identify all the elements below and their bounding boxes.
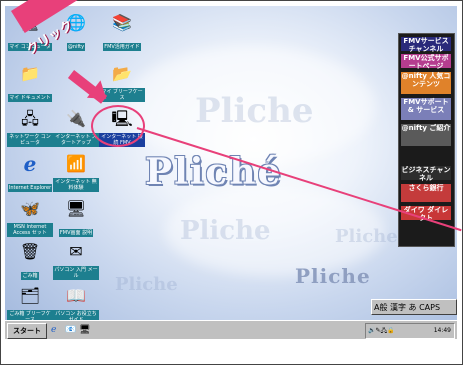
wallpaper-watermark: Pliche: [115, 274, 178, 295]
desktop-icon-label: MSN Internet Access セット: [7, 223, 53, 237]
channel-item[interactable]: FMVサポート & サービス: [401, 98, 451, 120]
taskbar: スタート ℯ 📧 🖥 🔊✎🖧🔒 14:49: [5, 320, 457, 339]
desktop-icon[interactable]: 🖥: [79, 324, 90, 337]
book-icon: 📖: [66, 286, 86, 305]
desktop-icon-label: パソコン 入門 メール: [53, 266, 99, 280]
internet-explorer-icon: ℯ: [23, 152, 37, 176]
desktop-icon-my-documents[interactable]: 📁 マイ ドキュメント: [7, 64, 53, 103]
desktop-icon-label: マイ ドキュメント: [8, 94, 52, 102]
mail-icon: ✉: [69, 242, 83, 261]
start-button[interactable]: スタート: [7, 323, 47, 339]
channel-item[interactable]: FMV公式サポートページ: [401, 54, 451, 70]
wallpaper-watermark: Pliche: [180, 216, 271, 246]
monitor-icon: 🖥: [65, 199, 87, 218]
folder-icon: 🗂: [19, 286, 41, 305]
wallpaper-watermark: Pliche: [335, 226, 398, 247]
desktop-icon-pc-intro-mail[interactable]: ✉ パソコン 入門 メール: [53, 242, 99, 281]
desktop-icon-msn[interactable]: 🦋 MSN Internet Access セット: [7, 199, 53, 238]
ime-toolbar[interactable]: A般 漢字 あ CAPS KANA: [371, 299, 457, 328]
desktop-icon-network[interactable]: 🖧 ネットワーク コンピュータ: [7, 109, 53, 148]
channel-item[interactable]: @nifty 人気コンテンツ: [401, 72, 451, 94]
signal-icon: 📶: [66, 154, 86, 173]
channel-item[interactable]: @nifty ご紹介: [401, 124, 451, 146]
channel-item[interactable]: さくら銀行: [401, 184, 451, 202]
channel-bar: FMVサービスチャンネル FMV公式サポートページ @nifty 人気コンテンツ…: [398, 33, 455, 247]
pliche-logo: Pliché: [145, 151, 283, 193]
desktop-icon-internet-explorer[interactable]: ℯ Internet Explorer: [7, 154, 53, 193]
channel-item[interactable]: ビジネスチャンネル: [401, 166, 451, 182]
trash-icon: 🗑: [19, 242, 41, 261]
folder-icon: 📂: [112, 64, 132, 83]
desktop-icon-free-trial[interactable]: 📶 インターネット 無料体験: [53, 154, 99, 193]
channel-item[interactable]: FMVサービスチャンネル: [401, 37, 451, 53]
desktop: Pliche Pliche Pliche Pliche Pliché Plich…: [5, 6, 457, 339]
pliche-logo-small: Pliche: [295, 264, 371, 288]
desktop-icon-label: ごみ箱: [21, 272, 39, 280]
msn-butterfly-icon: 🦋: [20, 199, 40, 218]
plug-icon: 🔌: [66, 109, 86, 128]
book-icon: 📚: [112, 13, 132, 32]
desktop-icon-label: FMV活用ガイド: [103, 43, 141, 51]
desktop-icon-label: Internet Explorer: [7, 184, 53, 192]
desktop-icon-label: インターネット 無料体験: [53, 178, 99, 192]
folder-icon: 📁: [20, 64, 40, 83]
internet-explorer-icon[interactable]: ℯ: [51, 324, 56, 337]
clock: 14:49: [433, 327, 451, 334]
desktop-icon-fmv-screen[interactable]: 🖥 FMV画面 説明: [53, 199, 99, 238]
desktop-icon-fmv-guide[interactable]: 📚 FMV活用ガイド: [99, 13, 145, 52]
desktop-icon-label: ネットワーク コンピュータ: [7, 133, 53, 147]
screenshot-frame: Pliche Pliche Pliche Pliche Pliché Plich…: [0, 0, 463, 365]
desktop-icon-label: インターネット スタートアップ: [53, 133, 99, 147]
network-icon: 🖧: [21, 109, 39, 128]
desktop-icon-label: @nifty: [66, 43, 86, 51]
system-tray: 🔊✎🖧🔒 14:49: [365, 323, 455, 339]
wallpaper-watermark: Pliche: [195, 91, 314, 131]
desktop-icon-label: FMV画面 説明: [58, 229, 94, 237]
desktop-icon-recycle-bin[interactable]: 🗑 ごみ箱: [7, 242, 53, 281]
tray-icons: 🔊✎🖧🔒: [368, 327, 395, 334]
mail-icon[interactable]: 📧: [65, 324, 76, 337]
